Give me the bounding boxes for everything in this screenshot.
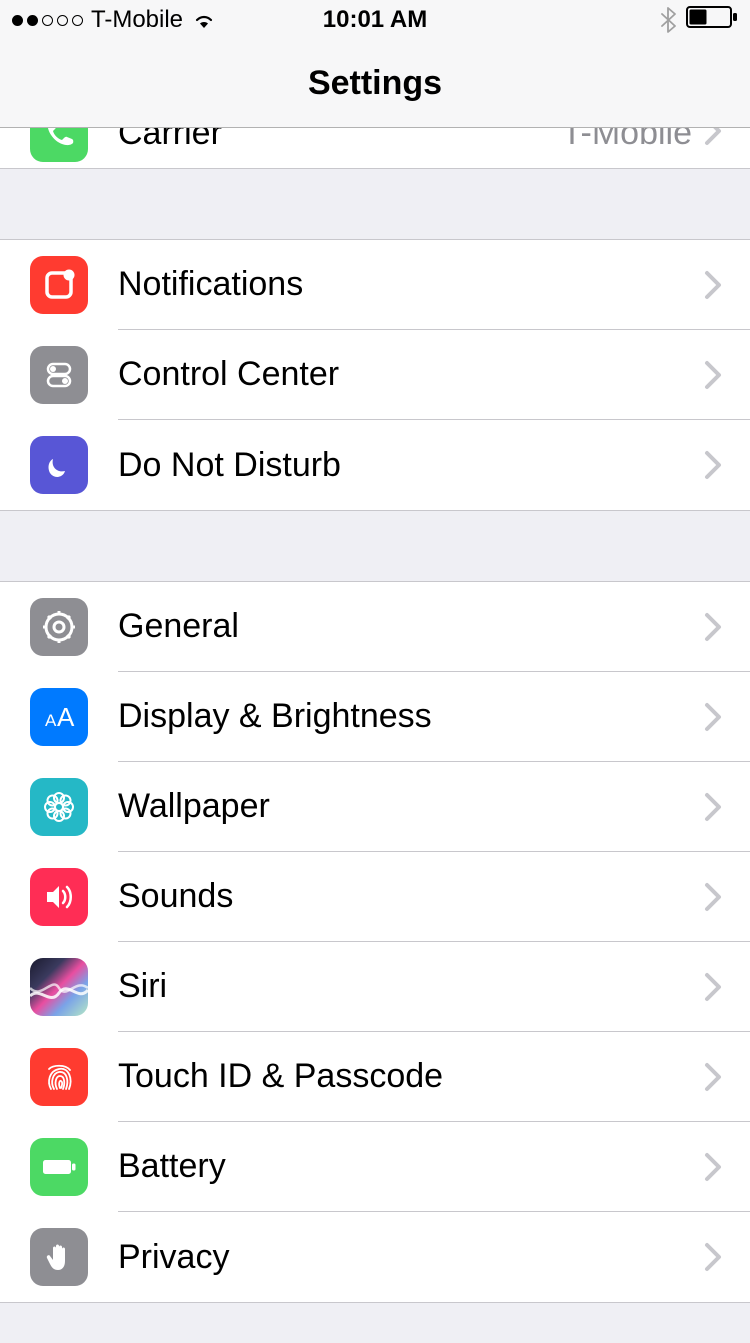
hand-icon bbox=[30, 1228, 88, 1286]
carrier-row-value: T-Mobile bbox=[562, 128, 692, 153]
settings-row-dnd[interactable]: Do Not Disturb bbox=[0, 420, 750, 510]
row-label: Siri bbox=[118, 967, 704, 1006]
settings-row-control-center[interactable]: Control Center bbox=[0, 330, 750, 420]
row-label: Sounds bbox=[118, 877, 704, 916]
chevron-right-icon bbox=[704, 1152, 722, 1182]
chevron-right-icon bbox=[704, 1062, 722, 1092]
settings-row-battery[interactable]: Battery bbox=[0, 1122, 750, 1212]
settings-section: Notifications Control Center bbox=[0, 240, 750, 511]
chevron-right-icon bbox=[704, 972, 722, 1002]
settings-row-touchid[interactable]: Touch ID & Passcode bbox=[0, 1032, 750, 1122]
flower-icon bbox=[30, 778, 88, 836]
settings-row-wallpaper[interactable]: Wallpaper bbox=[0, 762, 750, 852]
chevron-right-icon bbox=[704, 270, 722, 300]
phone-icon bbox=[30, 128, 88, 162]
chevron-right-icon bbox=[704, 1242, 722, 1272]
row-label: Touch ID & Passcode bbox=[118, 1057, 704, 1096]
status-right bbox=[660, 6, 738, 35]
chevron-right-icon bbox=[704, 792, 722, 822]
control-center-icon bbox=[30, 346, 88, 404]
text-size-icon: A A bbox=[30, 688, 88, 746]
chevron-right-icon bbox=[704, 882, 722, 912]
row-label: Control Center bbox=[118, 355, 704, 394]
battery-full-icon bbox=[30, 1138, 88, 1196]
fingerprint-icon bbox=[30, 1048, 88, 1106]
row-label: General bbox=[118, 607, 704, 646]
row-label: Wallpaper bbox=[118, 787, 704, 826]
row-label: Do Not Disturb bbox=[118, 446, 704, 485]
chevron-right-icon bbox=[704, 702, 722, 732]
bluetooth-icon bbox=[660, 7, 676, 33]
chevron-right-icon bbox=[704, 128, 722, 151]
nav-bar: Settings bbox=[0, 40, 750, 128]
status-left: T-Mobile bbox=[12, 6, 217, 34]
settings-row-general[interactable]: General bbox=[0, 582, 750, 672]
settings-row-carrier[interactable]: Carrier T-Mobile bbox=[0, 128, 750, 169]
status-bar: T-Mobile 10:01 AM bbox=[0, 0, 750, 40]
notifications-icon bbox=[30, 256, 88, 314]
settings-row-display[interactable]: A A Display & Brightness bbox=[0, 672, 750, 762]
battery-icon bbox=[686, 6, 738, 35]
moon-icon bbox=[30, 436, 88, 494]
svg-text:A: A bbox=[57, 702, 75, 732]
carrier-row-label: Carrier bbox=[118, 128, 562, 153]
wifi-icon bbox=[191, 10, 217, 30]
section-spacer bbox=[0, 511, 750, 582]
settings-section: General A A Display & Brightness bbox=[0, 582, 750, 1303]
row-label: Notifications bbox=[118, 265, 704, 304]
settings-row-privacy[interactable]: Privacy bbox=[0, 1212, 750, 1302]
row-label: Privacy bbox=[118, 1238, 704, 1277]
row-label: Battery bbox=[118, 1147, 704, 1186]
settings-row-sounds[interactable]: Sounds bbox=[0, 852, 750, 942]
svg-text:A: A bbox=[45, 711, 57, 730]
settings-row-notifications[interactable]: Notifications bbox=[0, 240, 750, 330]
chevron-right-icon bbox=[704, 360, 722, 390]
status-time: 10:01 AM bbox=[323, 6, 427, 34]
siri-icon bbox=[30, 958, 88, 1016]
gear-icon bbox=[30, 598, 88, 656]
chevron-right-icon bbox=[704, 612, 722, 642]
chevron-right-icon bbox=[704, 450, 722, 480]
section-spacer bbox=[0, 169, 750, 240]
row-label: Display & Brightness bbox=[118, 697, 704, 736]
section-spacer bbox=[0, 1303, 750, 1343]
speaker-icon bbox=[30, 868, 88, 926]
settings-row-siri[interactable]: Siri bbox=[0, 942, 750, 1032]
page-title: Settings bbox=[308, 64, 442, 103]
carrier-label: T-Mobile bbox=[91, 6, 183, 34]
cellular-signal-icon bbox=[12, 15, 83, 26]
settings-list[interactable]: Carrier T-Mobile Notifications bbox=[0, 128, 750, 1343]
